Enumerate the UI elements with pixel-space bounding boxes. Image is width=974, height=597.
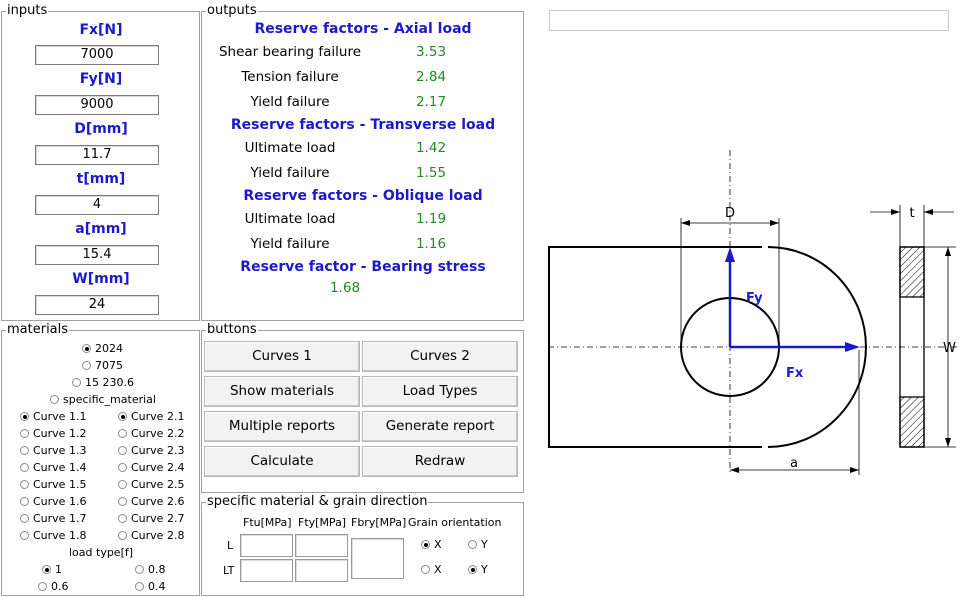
w-arrow-top-icon <box>945 247 951 256</box>
lug-drawing: D a t W Fy Fx <box>548 150 960 475</box>
d-arrow-right-icon <box>770 220 779 226</box>
a-arrow-right-icon <box>850 467 859 473</box>
fx-label: Fx <box>786 366 804 381</box>
t-arrow-left-icon <box>891 209 900 215</box>
side-view-hatch-top <box>899 246 925 298</box>
w-arrow-bottom-icon <box>945 438 951 447</box>
fy-arrow-icon <box>725 247 735 262</box>
fy-label: Fy <box>746 291 763 306</box>
w-label: W <box>943 341 956 356</box>
d-label: D <box>725 206 735 221</box>
t-arrow-right-icon <box>924 209 933 215</box>
t-label: t <box>909 206 914 221</box>
a-label: a <box>790 456 798 471</box>
side-view-hatch-bottom <box>899 396 925 448</box>
fx-arrow-icon <box>845 342 860 352</box>
a-arrow-left-icon <box>730 467 739 473</box>
d-arrow-left-icon <box>681 220 690 226</box>
